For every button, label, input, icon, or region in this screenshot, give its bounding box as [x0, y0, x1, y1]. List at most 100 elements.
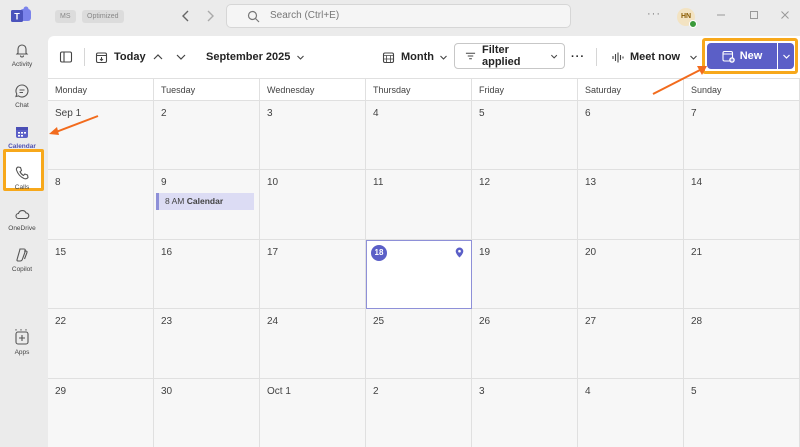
day-cell[interactable]: Oct 1 [260, 378, 366, 447]
rail-item-calendar[interactable]: Calendar [0, 118, 44, 158]
day-number: 5 [691, 385, 697, 397]
maximize-icon[interactable] [748, 9, 760, 21]
rail-item-calls[interactable]: Calls [0, 159, 44, 199]
rail-label: Apps [14, 349, 30, 356]
filter-button[interactable]: Filter applied [454, 43, 565, 69]
day-cell[interactable]: 9 8 AM Calendar [154, 170, 260, 240]
day-number: 14 [691, 177, 703, 189]
day-cell[interactable]: 21 [684, 239, 800, 310]
day-number: Oct 1 [267, 385, 291, 397]
view-switcher-button[interactable]: Month [382, 36, 448, 78]
day-cell[interactable]: 4 [366, 101, 472, 171]
month-year-picker[interactable]: September 2025 [206, 36, 305, 78]
day-number: 2 [373, 385, 379, 397]
day-cell[interactable]: 24 [260, 309, 366, 379]
back-arrow-icon[interactable] [178, 8, 194, 24]
day-cell[interactable]: 15 [48, 239, 154, 310]
new-meeting-button[interactable]: New [707, 43, 777, 69]
view-label: Month [401, 51, 434, 63]
day-cell[interactable]: 12 [472, 170, 578, 240]
day-number: 23 [161, 316, 173, 328]
today-button[interactable]: Today [95, 36, 146, 78]
day-number: 21 [691, 246, 703, 258]
filter-label: Filter applied [482, 44, 521, 68]
sidebar-toggle-icon[interactable] [59, 50, 73, 64]
today-date-badge: 18 [371, 244, 387, 261]
user-avatar[interactable]: HN [677, 8, 697, 28]
forward-arrow-icon[interactable] [202, 8, 218, 24]
chevron-down-icon[interactable] [175, 51, 187, 63]
more-label: ··· [571, 51, 585, 63]
day-cell-today[interactable]: 18 [366, 239, 472, 310]
day-number: 5 [479, 108, 485, 119]
rail-label: Calls [14, 184, 30, 191]
day-number: 29 [55, 385, 67, 397]
day-cell[interactable]: 10 [260, 170, 366, 240]
rail-item-copilot[interactable]: Copilot [0, 241, 44, 281]
day-cell[interactable]: 27 [578, 309, 684, 379]
rail-item-onedrive[interactable]: OneDrive [0, 200, 44, 240]
calendar-panel: Today September 2025 Month Filter applie… [48, 36, 800, 447]
calendar-event[interactable]: 8 AM Calendar [156, 193, 254, 211]
day-cell[interactable]: 19 [472, 239, 578, 310]
day-number: 11 [373, 177, 384, 189]
day-cell[interactable]: 16 [154, 239, 260, 310]
day-cell[interactable]: 5 [684, 378, 800, 447]
day-number: 3 [267, 108, 273, 119]
toolbar-more-button[interactable]: ··· [571, 36, 585, 78]
close-icon[interactable] [779, 9, 791, 21]
day-cell[interactable]: 28 [684, 309, 800, 379]
org-badge[interactable]: MS [55, 10, 76, 23]
minimize-icon[interactable] [715, 9, 727, 21]
day-cell[interactable]: 22 [48, 309, 154, 379]
day-header-friday: Friday [472, 79, 578, 101]
day-cell[interactable]: 17 [260, 239, 366, 310]
day-cell[interactable]: 6 [578, 101, 684, 171]
new-label: New [739, 50, 763, 62]
new-meeting-dropdown[interactable] [778, 43, 794, 69]
day-cell[interactable]: 13 [578, 170, 684, 240]
day-cell[interactable]: 25 [366, 309, 472, 379]
day-number: 27 [585, 316, 597, 328]
search-input[interactable]: Search (Ctrl+E) [226, 4, 571, 28]
day-cell[interactable]: 3 [260, 101, 366, 171]
day-cell[interactable]: 8 [48, 170, 154, 240]
settings-more-button[interactable]: ··· [647, 8, 661, 20]
day-cell[interactable]: 2 [366, 378, 472, 447]
rail-item-activity[interactable]: Activity [0, 36, 44, 76]
day-cell[interactable]: 20 [578, 239, 684, 310]
month-year-label: September 2025 [206, 51, 291, 63]
day-cell[interactable]: 7 [684, 101, 800, 171]
day-cell[interactable]: 30 [154, 378, 260, 447]
day-cell[interactable]: 4 [578, 378, 684, 447]
day-number: 25 [373, 316, 385, 328]
day-cell[interactable]: 3 [472, 378, 578, 447]
day-cell[interactable]: 5 [472, 101, 578, 171]
day-number: 26 [479, 316, 491, 328]
day-number: 13 [585, 177, 597, 189]
day-number: 12 [479, 177, 491, 189]
rail-item-apps[interactable]: Apps [0, 324, 44, 364]
day-header-tuesday: Tuesday [154, 79, 260, 101]
rail-item-chat[interactable]: Chat [0, 77, 44, 117]
rail-label: Copilot [11, 266, 33, 273]
day-cell[interactable]: 2 [154, 101, 260, 171]
day-cell[interactable]: 11 [366, 170, 472, 240]
meet-now-dropdown-icon[interactable] [689, 53, 698, 62]
day-number: 30 [161, 385, 173, 397]
day-cell[interactable]: 23 [154, 309, 260, 379]
apps-plus-icon [15, 331, 29, 345]
location-pin-icon [455, 247, 464, 258]
chevron-up-icon[interactable] [152, 51, 164, 63]
day-cell[interactable]: 26 [472, 309, 578, 379]
day-number: 19 [479, 246, 491, 258]
optimized-badge: Optimized [82, 10, 124, 23]
day-number: 28 [691, 316, 703, 328]
meet-now-button[interactable]: Meet now [611, 36, 680, 78]
event-title: Calendar [186, 196, 224, 207]
day-cell[interactable]: 29 [48, 378, 154, 447]
day-number: 9 [161, 177, 167, 189]
chevron-down-icon [440, 55, 447, 60]
day-cell[interactable]: 14 [684, 170, 800, 240]
day-cell[interactable]: Sep 1 [48, 101, 154, 171]
